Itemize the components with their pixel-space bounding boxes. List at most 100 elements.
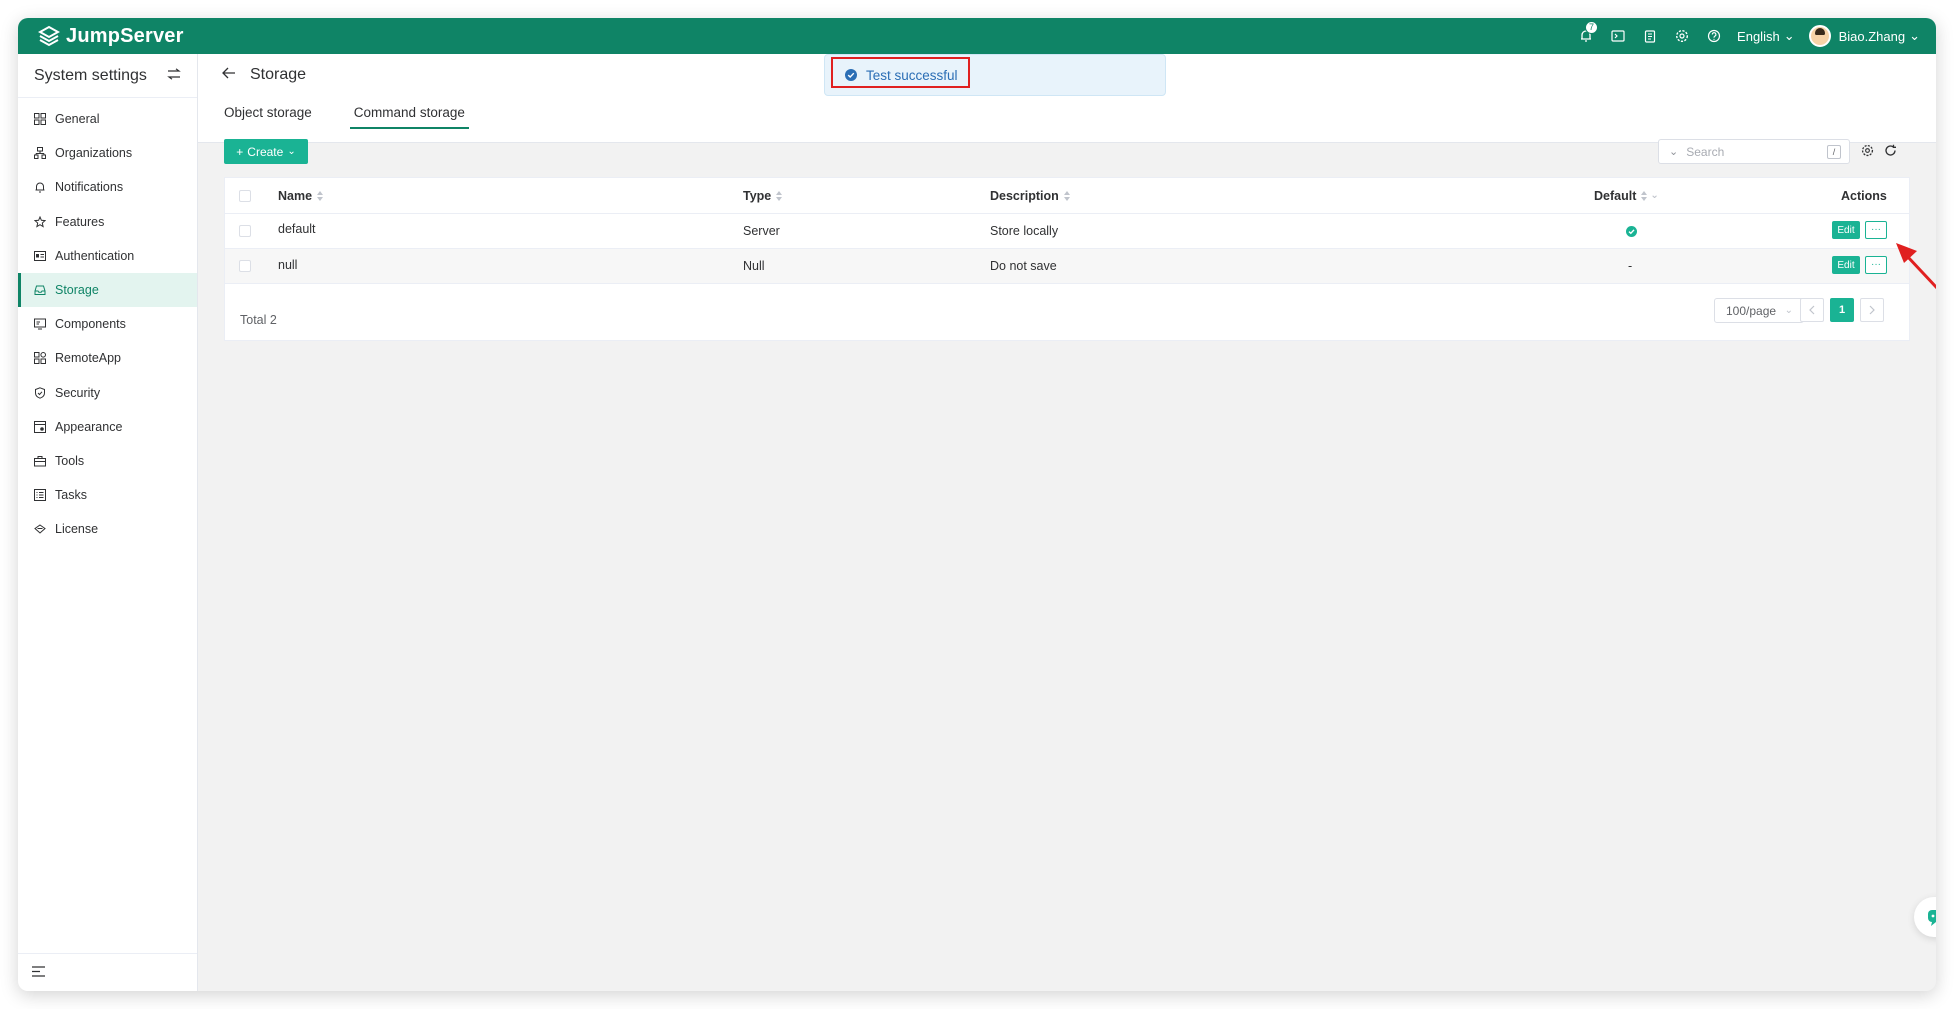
page-title-bar: Storage: [222, 66, 306, 84]
language-label: English: [1737, 28, 1780, 44]
sidebar: System settings General Organizations No…: [18, 54, 198, 991]
row-description: Store locally: [990, 224, 1059, 238]
notification-bell-icon[interactable]: 7: [1577, 21, 1599, 45]
row-name[interactable]: default: [278, 212, 316, 246]
more-actions-button[interactable]: ···: [1865, 221, 1887, 239]
search-input[interactable]: [1686, 144, 1807, 159]
sidebar-item-components[interactable]: Components: [18, 307, 197, 341]
row-type: Server: [743, 224, 780, 238]
search-box[interactable]: ⌄ /: [1658, 139, 1850, 164]
brand-logo[interactable]: JumpServer: [38, 25, 184, 48]
top-actions: 7 English ⌄ Biao.Zhang ⌄: [1577, 18, 1920, 54]
column-header-description[interactable]: Description: [990, 178, 1070, 213]
table-row[interactable]: default Server Store locally Edit ···: [225, 214, 1909, 249]
sidebar-item-general[interactable]: General: [18, 102, 197, 136]
sort-icon[interactable]: [1063, 190, 1070, 201]
sidebar-item-storage[interactable]: Storage: [18, 272, 197, 307]
storage-tabs: Object storage Command storage: [224, 96, 507, 129]
chevron-down-icon[interactable]: ⌄: [1669, 145, 1678, 158]
avatar: [1808, 25, 1831, 47]
app-window: JumpServer 7 English ⌄ Biao.Zhang ⌄ Syst…: [18, 18, 1936, 991]
sidebar-item-license[interactable]: License: [18, 512, 197, 546]
sidebar-item-tasks[interactable]: Tasks: [18, 478, 197, 512]
help-icon[interactable]: [1705, 27, 1723, 45]
command-storage-table: Name Type Description Default ⌄ Actions …: [224, 177, 1910, 341]
back-arrow-icon[interactable]: [222, 66, 236, 84]
shield-icon: [33, 386, 47, 400]
star-icon: [33, 215, 47, 229]
filter-chevron-icon[interactable]: ⌄: [1650, 190, 1658, 201]
create-button[interactable]: + Create ⌄: [224, 139, 308, 164]
sidebar-item-features[interactable]: Features: [18, 205, 197, 239]
page-title: Storage: [250, 66, 307, 83]
switch-view-icon[interactable]: [167, 67, 181, 85]
apps-icon: [33, 351, 47, 365]
user-menu[interactable]: Biao.Zhang ⌄: [1808, 25, 1920, 47]
table-row[interactable]: null Null Do not save - Edit ···: [225, 249, 1909, 284]
sidebar-item-authentication[interactable]: Authentication: [18, 239, 197, 273]
column-header-default[interactable]: Default ⌄: [1594, 178, 1659, 213]
row-checkbox[interactable]: [239, 249, 251, 283]
tasks-icon: [33, 488, 47, 502]
row-name[interactable]: null: [278, 248, 297, 282]
chevron-down-icon: ⌄: [287, 146, 296, 157]
page-number-current[interactable]: 1: [1830, 298, 1854, 322]
license-icon: [33, 522, 47, 536]
appearance-icon: [33, 420, 47, 434]
plus-icon: +: [236, 144, 244, 159]
tab-command-storage[interactable]: Command storage: [349, 96, 469, 129]
annotation-highlight-box: [831, 57, 970, 88]
prev-page-button[interactable]: [1800, 298, 1824, 322]
monitor-icon: [33, 317, 47, 331]
chevron-down-icon: ⌄: [1783, 28, 1795, 43]
column-header-name[interactable]: Name: [278, 178, 324, 213]
select-all-checkbox[interactable]: [239, 178, 251, 213]
brand-name: JumpServer: [66, 24, 184, 47]
sort-icon[interactable]: [317, 190, 324, 201]
table-settings-gear-icon[interactable]: [1861, 144, 1875, 158]
page-size-select[interactable]: 100/page ⌄: [1714, 298, 1804, 323]
sidebar-header: System settings: [18, 54, 197, 98]
top-navbar: JumpServer 7 English ⌄ Biao.Zhang ⌄: [18, 18, 1936, 54]
column-header-type[interactable]: Type: [743, 178, 783, 213]
sidebar-item-organizations[interactable]: Organizations: [18, 136, 197, 170]
sidebar-menu: General Organizations Notifications Feat…: [18, 98, 197, 546]
toolbox-icon: [33, 454, 47, 468]
org-icon: [33, 146, 47, 160]
chevron-left-icon: [1809, 305, 1815, 315]
more-actions-button[interactable]: ···: [1865, 256, 1887, 274]
row-description: Do not save: [990, 259, 1057, 273]
sidebar-collapse-button[interactable]: [18, 953, 197, 991]
chevron-right-icon: [1869, 305, 1875, 315]
edit-button[interactable]: Edit: [1832, 256, 1860, 274]
storage-icon: [33, 283, 47, 297]
jumpserver-logo-icon: [38, 25, 60, 47]
sidebar-item-notifications[interactable]: Notifications: [18, 170, 197, 204]
row-actions: Edit ···: [1832, 248, 1887, 282]
grid-icon: [33, 112, 47, 126]
terminal-icon[interactable]: [1609, 27, 1627, 45]
next-page-button[interactable]: [1860, 298, 1884, 322]
tab-object-storage[interactable]: Object storage: [224, 96, 312, 129]
sidebar-item-appearance[interactable]: Appearance: [18, 410, 197, 444]
total-count: Total 2: [240, 313, 277, 327]
notification-badge: 7: [1585, 21, 1599, 34]
settings-gear-icon[interactable]: [1673, 27, 1691, 45]
sidebar-item-security[interactable]: Security: [18, 376, 197, 410]
row-checkbox[interactable]: [239, 214, 251, 248]
row-actions: Edit ···: [1832, 213, 1887, 247]
chat-assistant-button[interactable]: [1914, 897, 1936, 937]
edit-button[interactable]: Edit: [1832, 221, 1860, 239]
default-check-icon: [1626, 214, 1637, 248]
create-label: Create: [247, 144, 284, 159]
clipboard-icon[interactable]: [1641, 27, 1659, 45]
language-selector[interactable]: English ⌄: [1737, 28, 1795, 44]
sort-icon[interactable]: [1641, 190, 1648, 201]
chat-bot-icon: [1928, 910, 1936, 926]
annotation-arrow: [1896, 243, 1936, 290]
chevron-down-icon: ⌄: [1784, 305, 1793, 316]
sort-icon[interactable]: [776, 190, 783, 201]
sidebar-item-tools[interactable]: Tools: [18, 444, 197, 478]
sidebar-item-remoteapp[interactable]: RemoteApp: [18, 341, 197, 375]
refresh-icon[interactable]: [1884, 144, 1898, 158]
